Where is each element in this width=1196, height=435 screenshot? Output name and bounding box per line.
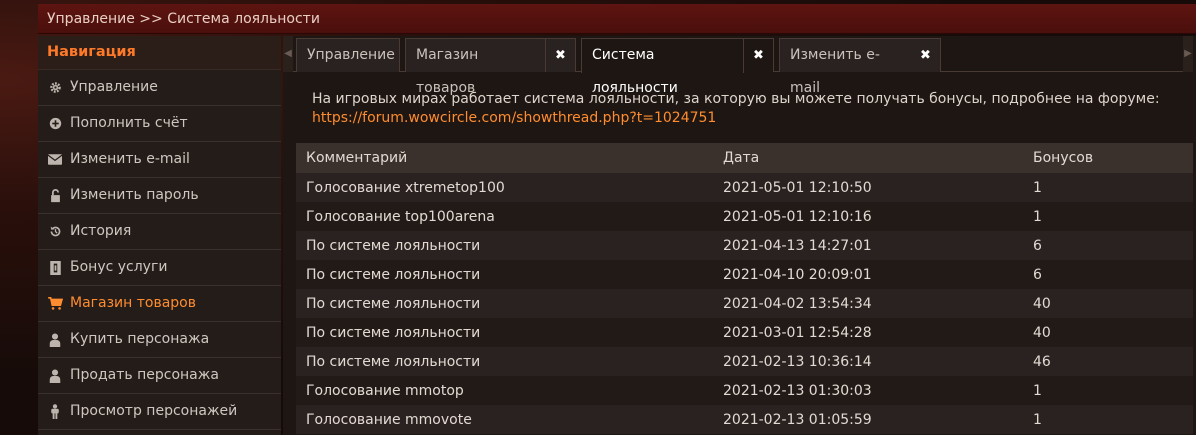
cell-bonus: 6 — [1023, 260, 1193, 289]
table-row: Голосование mmovote 2021-02-13 01:05:59 1 — [296, 405, 1193, 434]
column-header-date: Дата — [713, 143, 1023, 173]
column-header-comment: Комментарий — [296, 143, 713, 173]
table-row: Голосование mmotop 2021-02-13 01:30:03 1 — [296, 376, 1193, 405]
sidebar-item-9[interactable]: Просмотр персонажей — [38, 394, 281, 430]
tab-3[interactable]: Изменить e-mail — [779, 38, 919, 96]
table-row: Голосование top100arena 2021-05-01 12:10:… — [296, 202, 1193, 231]
sidebar-item-8[interactable]: Продать персонажа — [38, 358, 281, 394]
envelope-icon — [47, 152, 63, 168]
table-header-row: Комментарий Дата Бонусов — [296, 143, 1193, 173]
user-icon — [47, 332, 63, 348]
tab-scroll-right-icon[interactable]: ▶ — [1183, 36, 1193, 72]
cell-comment: Голосование top100arena — [296, 202, 713, 231]
cell-bonus: 1 — [1023, 173, 1193, 202]
table-row: По системе лояльности 2021-03-01 12:54:28… — [296, 318, 1193, 347]
tab-1[interactable]: Магазин товаров — [405, 38, 546, 96]
male-icon — [47, 404, 63, 420]
cell-bonus: 40 — [1023, 289, 1193, 318]
cell-comment: По системе лояльности — [296, 289, 713, 318]
cell-bonus: 40 — [1023, 318, 1193, 347]
table-row: По системе лояльности 2021-04-02 13:54:34… — [296, 289, 1193, 318]
cell-date: 2021-02-13 10:36:14 — [713, 347, 1023, 376]
gear-icon — [47, 80, 63, 96]
cart-icon — [47, 296, 63, 312]
sidebar-item-2[interactable]: Изменить e-mail — [38, 142, 281, 178]
cell-date: 2021-02-13 01:05:59 — [713, 405, 1023, 434]
sidebar-item-label: Управление — [70, 79, 158, 95]
sidebar-item-0[interactable]: Управление — [38, 70, 281, 106]
column-header-bonus: Бонусов — [1023, 143, 1193, 173]
cell-date: 2021-03-01 12:54:28 — [713, 318, 1023, 347]
cell-date: 2021-04-02 13:54:34 — [713, 289, 1023, 318]
table-row: Голосование xtremetop100 2021-05-01 12:10… — [296, 173, 1193, 202]
intro-message: На игровых мирах работает система лояльн… — [312, 91, 1160, 107]
breadcrumb: Управление >> Система лояльности — [38, 4, 1196, 34]
cell-comment: По системе лояльности — [296, 318, 713, 347]
sidebar-item-label: Изменить e-mail — [70, 151, 190, 167]
table-row: По системе лояльности 2021-02-13 10:36:14… — [296, 347, 1193, 376]
sidebar-item-label: Пополнить счёт — [70, 115, 188, 131]
sidebar-item-label: Просмотр персонажей — [70, 403, 238, 419]
cell-date: 2021-04-13 14:27:01 — [713, 231, 1023, 260]
sidebar-item-label: Бонус услуги — [70, 259, 168, 275]
sidebar-item-7[interactable]: Купить персонажа — [38, 322, 281, 358]
user-icon — [47, 368, 63, 384]
close-icon[interactable]: ✖ — [546, 38, 576, 72]
sidebar-item-label: Изменить пароль — [70, 187, 199, 203]
cell-date: 2021-04-10 20:09:01 — [713, 260, 1023, 289]
nav-header: Навигация — [38, 36, 281, 70]
cell-bonus: 46 — [1023, 347, 1193, 376]
tab-bar: ◀ Управление Магазин товаров ✖ Система лоял… — [283, 36, 1193, 96]
cell-bonus: 6 — [1023, 231, 1193, 260]
sidebar-item-label: История — [70, 223, 132, 239]
cell-comment: По системе лояльности — [296, 231, 713, 260]
cell-comment: Голосование mmovote — [296, 405, 713, 434]
sidebar-item-6[interactable]: Магазин товаров — [38, 286, 281, 322]
cell-bonus: 1 — [1023, 376, 1193, 405]
cell-bonus: 1 — [1023, 202, 1193, 231]
bonus-icon — [47, 260, 63, 276]
sidebar-item-3[interactable]: Изменить пароль — [38, 178, 281, 214]
main-content: ◀ Управление Магазин товаров ✖ Система лоял… — [283, 36, 1196, 435]
sidebar-item-4[interactable]: История — [38, 214, 281, 250]
cell-comment: По системе лояльности — [296, 347, 713, 376]
cell-date: 2021-02-13 01:30:03 — [713, 376, 1023, 405]
forum-link[interactable]: https://forum.wowcircle.com/showthread.p… — [312, 110, 716, 126]
nav-list: Управление Пополнить счёт Изменить e-mail И… — [38, 70, 281, 430]
sidebar-item-label: Магазин товаров — [70, 295, 196, 311]
loyalty-table: Комментарий Дата Бонусов Голосование xtr… — [296, 143, 1193, 434]
cell-comment: Голосование xtremetop100 — [296, 173, 713, 202]
history-icon — [47, 224, 63, 240]
cell-comment: По системе лояльности — [296, 260, 713, 289]
cell-comment: Голосование mmotop — [296, 376, 713, 405]
sidebar: Навигация Управление Пополнить счёт Измени… — [38, 36, 281, 435]
sidebar-item-label: Купить персонажа — [70, 331, 210, 347]
sidebar-item-5[interactable]: Бонус услуги — [38, 250, 281, 286]
cell-date: 2021-05-01 12:10:16 — [713, 202, 1023, 231]
close-icon[interactable]: ✖ — [911, 38, 941, 72]
cell-date: 2021-05-01 12:10:50 — [713, 173, 1023, 202]
table-row: По системе лояльности 2021-04-13 14:27:01… — [296, 231, 1193, 260]
cell-bonus: 1 — [1023, 405, 1193, 434]
tab-scroll-left-icon[interactable]: ◀ — [283, 36, 293, 72]
sidebar-item-label: Продать персонажа — [70, 367, 219, 383]
close-icon[interactable]: ✖ — [744, 38, 774, 72]
table-row: По системе лояльности 2021-04-10 20:09:01… — [296, 260, 1193, 289]
intro-text: На игровых мирах работает система лояльн… — [312, 90, 1172, 128]
tab-2[interactable]: Система лояльности — [581, 38, 744, 96]
plus-circle-icon — [47, 116, 63, 132]
unlock-icon — [47, 188, 63, 204]
sidebar-item-1[interactable]: Пополнить счёт — [38, 106, 281, 142]
tab-0[interactable]: Управление — [296, 38, 400, 72]
